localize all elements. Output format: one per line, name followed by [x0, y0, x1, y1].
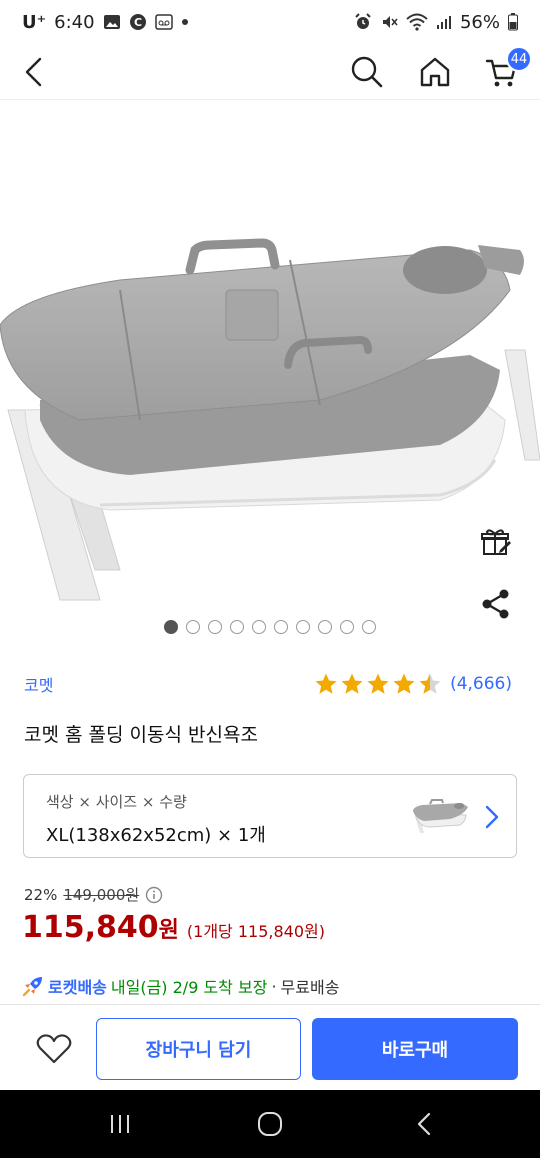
cart-count-badge: 44 [506, 46, 532, 72]
carousel-dot[interactable] [208, 620, 222, 634]
separator-dot: · [271, 976, 277, 996]
buy-now-button[interactable]: 바로구매 [312, 1018, 518, 1080]
review-count: (4,666) [450, 674, 512, 694]
brand-rating-row: 코멧 (4,666) [24, 668, 512, 700]
chevron-right-icon [485, 805, 499, 829]
carousel-dot[interactable] [296, 620, 310, 634]
back-button[interactable] [10, 48, 58, 96]
battery-percent: 56% [459, 11, 500, 33]
status-bar: U⁺ 6:40 C 56% [0, 0, 540, 44]
carousel-dot[interactable] [274, 620, 288, 634]
wifi-icon [406, 13, 428, 31]
status-left: U⁺ 6:40 C [22, 12, 189, 33]
back-icon [417, 1112, 431, 1136]
rating-stars [314, 672, 442, 696]
search-icon [351, 56, 383, 88]
rocket-delivery-label: 로켓배송 [48, 978, 107, 997]
home-button[interactable] [411, 48, 459, 96]
recent-apps-icon [111, 1115, 129, 1133]
heart-icon [36, 1034, 72, 1064]
product-title: 코멧 홈 폴딩 이동식 반신욕조 [24, 724, 258, 746]
free-shipping: 무료배송 [280, 978, 340, 997]
search-button[interactable] [343, 48, 391, 96]
battery-icon [508, 13, 518, 31]
delivery-info: 로켓배송 내일(금) 2/9 도착 보장 · 무료배송 [22, 974, 339, 998]
rocket-icon [22, 975, 44, 997]
image-icon [103, 14, 121, 30]
option-selector[interactable]: 색상 × 사이즈 × 수량 XL(138x62x52cm) × 1개 [23, 774, 517, 858]
add-to-cart-button[interactable]: 장바구니 담기 [96, 1018, 301, 1080]
svg-text:C: C [134, 16, 142, 29]
sale-price-value: 115,840 [22, 910, 159, 945]
carousel-dot[interactable] [164, 620, 178, 634]
alarm-icon [354, 13, 372, 31]
wishlist-button[interactable] [30, 1025, 78, 1073]
c-badge-icon: C [129, 13, 147, 31]
star-icon [315, 673, 337, 694]
carousel-dot[interactable] [252, 620, 266, 634]
arrival-date: 내일(금) 2/9 도착 보장 [110, 978, 268, 997]
product-image [0, 238, 540, 601]
mute-icon [380, 13, 398, 31]
recent-apps-button[interactable] [98, 1104, 142, 1144]
star-icon [367, 673, 389, 694]
top-nav: 44 [0, 44, 540, 100]
share-icon [482, 589, 509, 619]
carousel-dot[interactable] [186, 620, 200, 634]
discount-row: 22% 149,000원 [24, 884, 163, 905]
carousel-dot[interactable] [318, 620, 332, 634]
gift-button[interactable] [474, 520, 518, 564]
voicemail-icon [154, 14, 173, 30]
status-time: 6:40 [54, 11, 95, 33]
star-icon [393, 673, 415, 694]
carousel-dot[interactable] [362, 620, 376, 634]
product-image-carousel[interactable] [0, 100, 540, 648]
chevron-left-icon [25, 57, 42, 87]
discount-rate: 22% [24, 885, 58, 904]
signal-icon [436, 14, 452, 30]
system-back-button[interactable] [402, 1104, 446, 1144]
system-home-button[interactable] [248, 1104, 292, 1144]
purchase-action-bar: 장바구니 담기 바로구매 [0, 1004, 540, 1090]
info-icon[interactable] [145, 886, 163, 904]
gift-icon [481, 529, 511, 555]
option-label: 색상 × 사이즈 × 수량 [46, 793, 187, 811]
home-circle-icon [258, 1112, 282, 1136]
option-thumbnail [413, 799, 468, 833]
star-icon [341, 673, 363, 694]
sale-price: 115,840원 [22, 910, 179, 945]
carousel-dot[interactable] [340, 620, 354, 634]
system-navigation-bar [0, 1090, 540, 1158]
original-price: 149,000원 [63, 886, 140, 904]
star-icon [419, 673, 441, 694]
brand-link[interactable]: 코멧 [24, 672, 53, 696]
price-unit: 원 [158, 918, 179, 943]
carrier-label: U⁺ [22, 11, 47, 33]
unit-price: (1개당 115,840원) [186, 922, 325, 941]
cart-button[interactable]: 44 [478, 46, 532, 96]
dot-icon [181, 18, 189, 26]
price-row: 115,840원 (1개당 115,840원) [22, 910, 325, 945]
rating-summary[interactable]: (4,666) [314, 672, 512, 696]
carousel-dot[interactable] [230, 620, 244, 634]
option-value: XL(138x62x52cm) × 1개 [46, 825, 266, 846]
carousel-indicator [0, 620, 540, 634]
home-icon [420, 57, 450, 87]
status-right: 56% [354, 12, 518, 33]
